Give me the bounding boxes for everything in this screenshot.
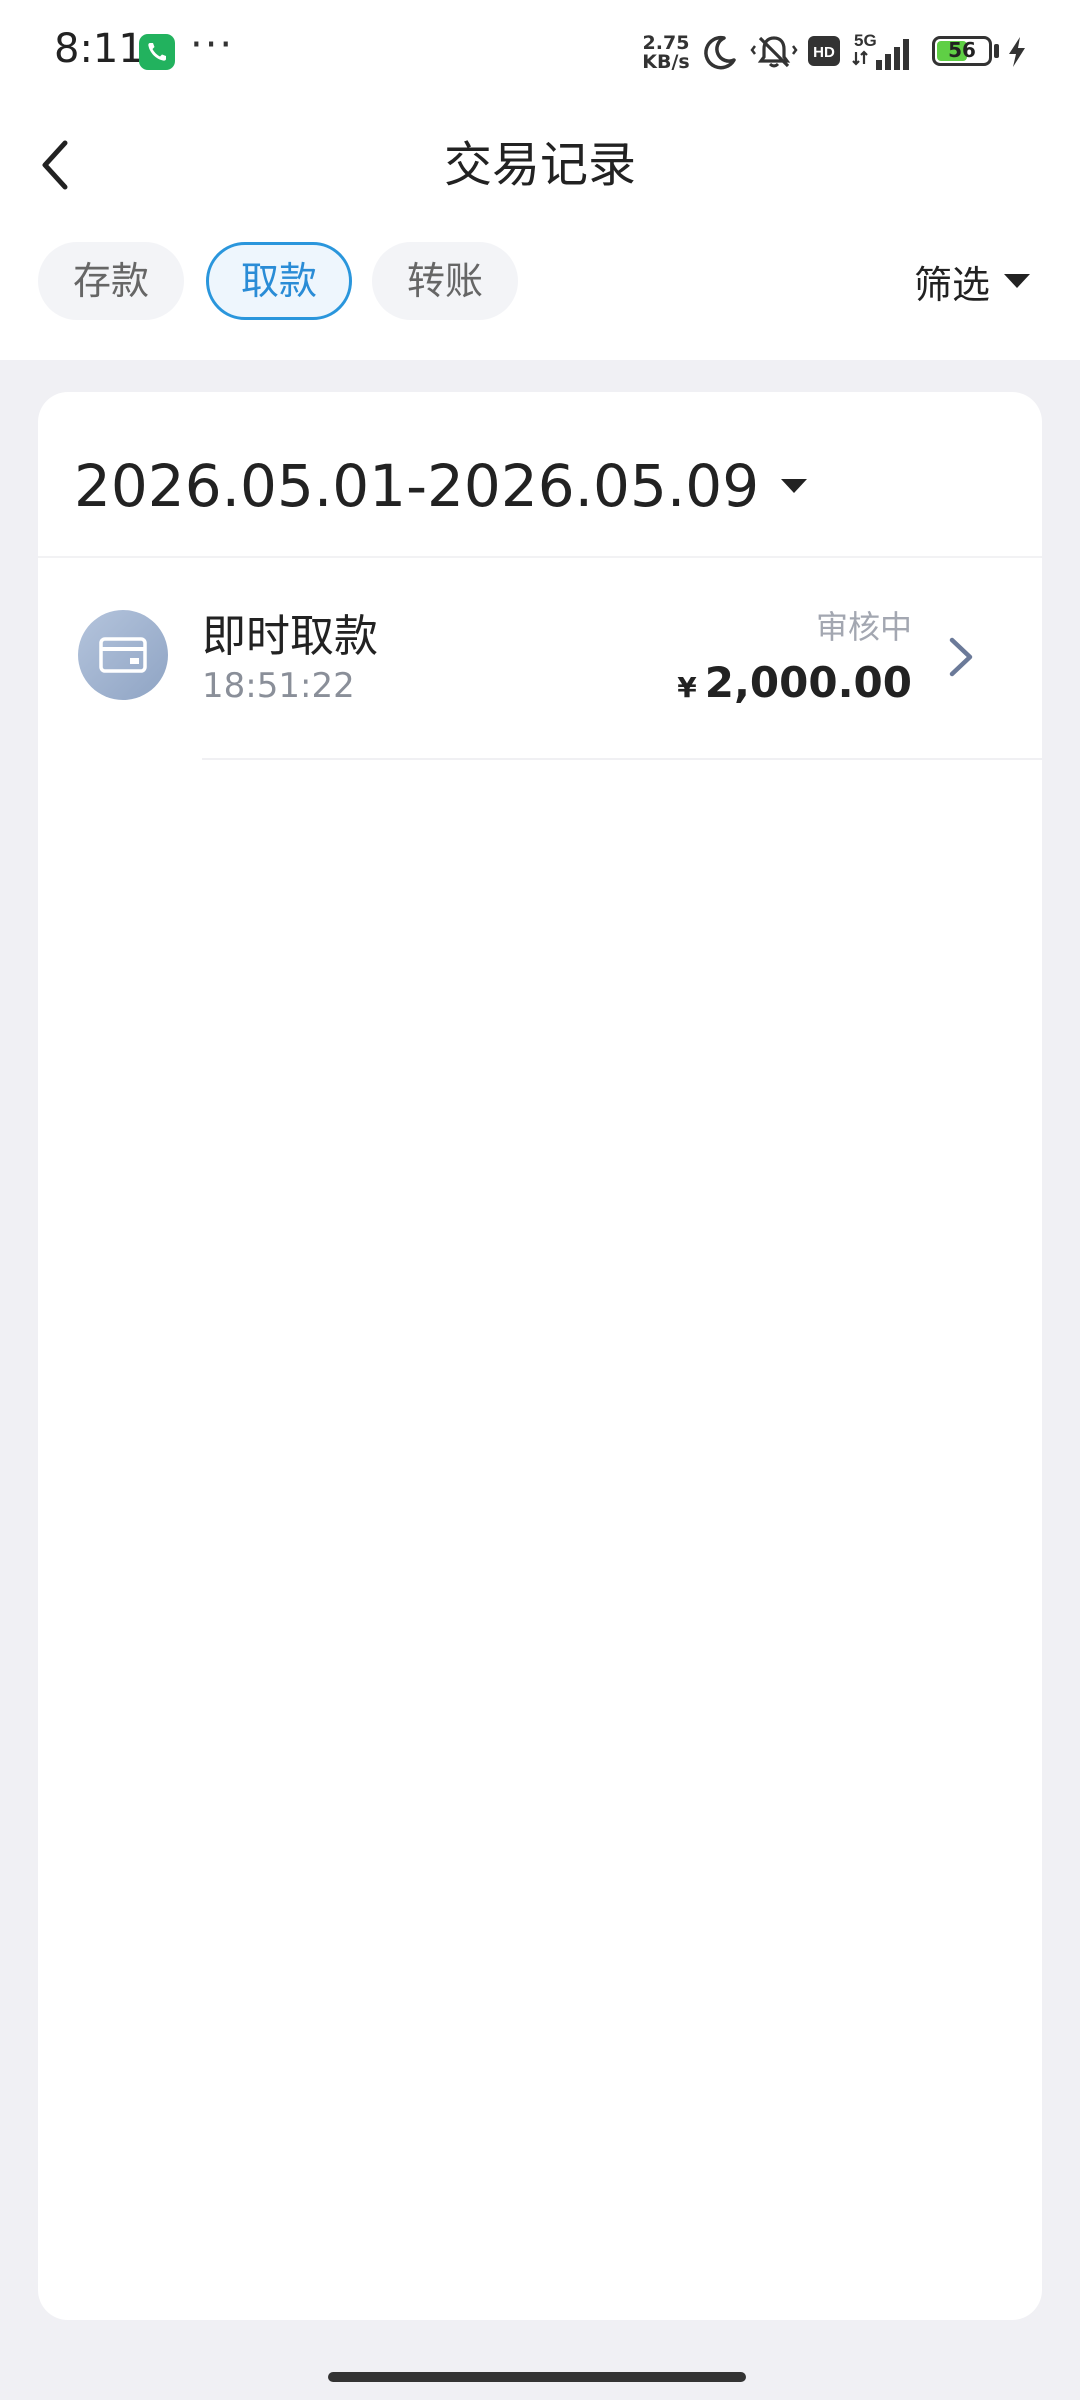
charging-icon — [1006, 36, 1028, 72]
transaction-time: 18:51:22 — [202, 666, 355, 706]
page-title: 交易记录 — [443, 137, 636, 193]
battery-tip — [994, 44, 999, 58]
network-speed: 2.75 KB/s — [640, 34, 692, 72]
amount-value: 2,000.00 — [704, 658, 912, 707]
date-range-selector[interactable]: 2026.05.01-2026.05.09 — [74, 452, 808, 520]
home-indicator[interactable] — [328, 2372, 746, 2382]
tab-deposit[interactable]: 存款 — [38, 242, 184, 320]
svg-text:HD: HD — [813, 44, 835, 61]
transaction-row[interactable]: 即时取款 18:51:22 审核中 ¥ 2,000.00 — [38, 558, 1042, 760]
transaction-status: 审核中 — [815, 608, 912, 646]
card-icon — [78, 610, 168, 700]
moon-icon — [700, 32, 740, 76]
date-range-label: 2026.05.01-2026.05.09 — [74, 452, 760, 520]
network-speed-unit: KB/s — [642, 51, 690, 73]
transaction-name: 即时取款 — [202, 611, 378, 662]
filter-button[interactable]: 筛选 — [914, 250, 1031, 312]
chevron-right-icon — [949, 637, 973, 677]
transactions-card: 2026.05.01-2026.05.09 即时取款 18:51:22 审核中 … — [38, 392, 1042, 2320]
divider — [202, 758, 1042, 760]
top-area: 8:11 ··· 2.75 KB/s HD 5G 56 交易记录 存款 取款 转… — [0, 0, 1080, 360]
hd-icon: HD — [808, 36, 840, 70]
mute-bell-icon — [750, 32, 798, 76]
filter-label: 筛选 — [914, 262, 991, 307]
currency-symbol: ¥ — [677, 671, 697, 704]
caret-down-icon — [781, 479, 808, 493]
caret-down-icon — [1004, 274, 1031, 288]
tab-withdraw[interactable]: 取款 — [206, 242, 352, 320]
more-notifications-icon: ··· — [190, 22, 235, 68]
battery-icon: 56 — [932, 36, 992, 66]
status-bar: 8:11 ··· 2.75 KB/s HD 5G 56 — [0, 0, 1080, 104]
tab-transfer[interactable]: 转账 — [372, 242, 518, 320]
transaction-amount: ¥ 2,000.00 — [677, 658, 912, 707]
battery-level: 56 — [948, 38, 976, 62]
signal-icon: 5G — [852, 30, 922, 76]
phone-call-icon — [139, 34, 175, 70]
status-time: 8:11 — [54, 26, 144, 72]
svg-text:5G: 5G — [854, 31, 877, 50]
